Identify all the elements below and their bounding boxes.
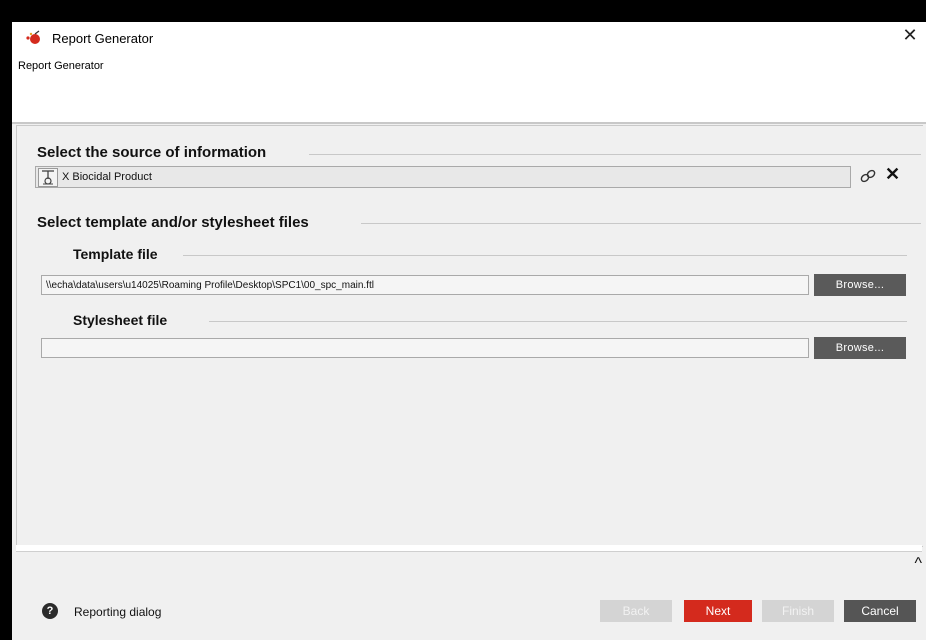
source-section-divider [309, 154, 921, 155]
cancel-button[interactable]: Cancel [844, 600, 916, 622]
stylesheet-file-divider [209, 321, 907, 322]
close-window-button[interactable]: ✕ [900, 25, 920, 46]
dialog-footer: ? Reporting dialog Back Next Finish Canc… [12, 578, 926, 640]
template-file-input[interactable]: \\echa\data\users\u14025\Roaming Profile… [41, 275, 809, 295]
help-icon[interactable]: ? [42, 603, 58, 619]
template-file-divider [183, 255, 907, 256]
link-icon[interactable] [859, 167, 877, 185]
finish-button[interactable]: Finish [762, 600, 834, 622]
source-value: X Biocidal Product [62, 171, 152, 183]
chevron-up-icon[interactable]: ^ [914, 555, 922, 573]
stylesheet-file-input[interactable] [41, 338, 809, 358]
remove-source-icon[interactable]: ✕ [885, 164, 900, 185]
template-section-divider [361, 223, 921, 224]
report-generator-icon [26, 30, 42, 46]
template-file-label: Template file [73, 246, 158, 262]
wizard-content: Select the source of information X Bioci… [16, 125, 923, 547]
window-title: Report Generator [52, 31, 154, 46]
stylesheet-browse-button[interactable]: Browse... [814, 337, 906, 359]
dialog-header: Report Generator [12, 52, 926, 124]
template-browse-button[interactable]: Browse... [814, 274, 906, 296]
source-section-title: Select the source of information [37, 144, 267, 161]
dialog-subtitle: Report Generator [18, 60, 104, 72]
stylesheet-file-label: Stylesheet file [73, 312, 168, 328]
content-separator [16, 545, 922, 552]
back-button[interactable]: Back [600, 600, 672, 622]
help-text: Reporting dialog [74, 605, 162, 619]
collapse-bar: ^ [16, 552, 922, 579]
biocidal-product-icon [38, 168, 58, 187]
title-bar: Report Generator ✕ [12, 22, 926, 52]
report-generator-dialog: Report Generator ✕ Report Generator Sele… [12, 22, 926, 640]
next-button[interactable]: Next [684, 600, 752, 622]
source-field[interactable]: X Biocidal Product [35, 166, 851, 188]
template-section-title: Select template and/or stylesheet files [37, 214, 309, 231]
